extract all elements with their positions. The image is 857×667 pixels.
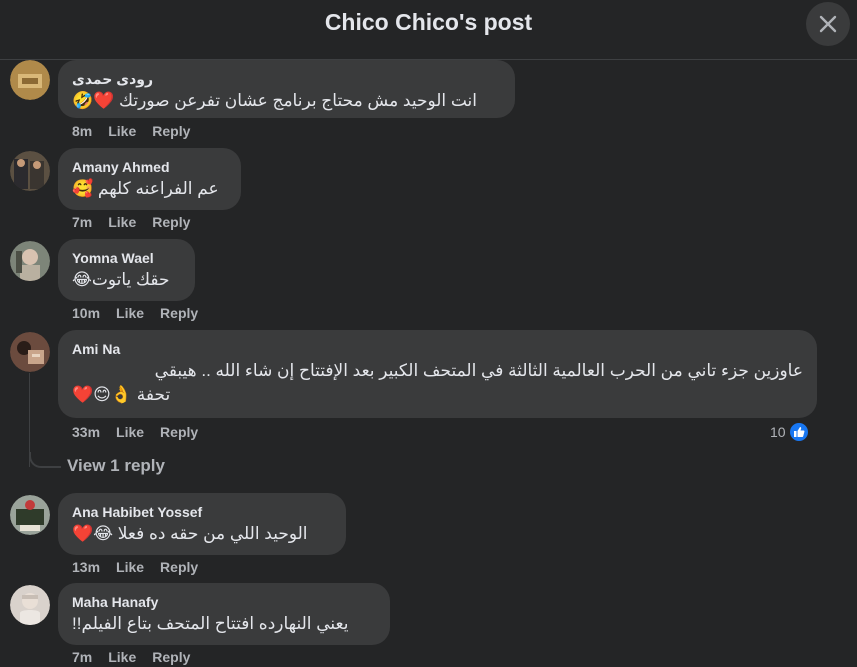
reply-button[interactable]: Reply: [152, 649, 190, 665]
close-icon: [819, 15, 837, 33]
comment-time[interactable]: 7m: [72, 214, 92, 230]
thread-connector: [29, 452, 61, 468]
comment-author[interactable]: Maha Hanafy: [72, 593, 376, 611]
comment-time[interactable]: 33m: [72, 424, 100, 440]
thumbs-up-icon: [787, 421, 810, 443]
post-header: Chico Chico's post: [0, 0, 857, 60]
like-button[interactable]: Like: [116, 559, 144, 575]
reply-button[interactable]: Reply: [160, 559, 198, 575]
reaction-count: 10: [770, 424, 786, 440]
comment-bubble: Maha Hanafy يعني النهارده افتتاح المتحف …: [58, 583, 390, 645]
avatar[interactable]: [10, 332, 50, 372]
reply-button[interactable]: Reply: [152, 123, 190, 139]
like-button[interactable]: Like: [116, 424, 144, 440]
comment-text: حقك ياتوت😂: [72, 270, 170, 289]
like-button[interactable]: Like: [108, 649, 136, 665]
comment-actions: 13m Like Reply: [72, 559, 214, 575]
avatar[interactable]: [10, 495, 50, 535]
comment-author[interactable]: Ana Habibet Yossef: [72, 503, 332, 521]
comment-text: الوحيد اللي من حقه ده فعلا 😂❤️: [72, 524, 308, 543]
comment-text: عم الفراعنه كلهم 🥰: [72, 179, 219, 198]
comment-bubble: Ami Na عاوزين جزء تاني من الحرب العالمية…: [58, 330, 817, 418]
like-button[interactable]: Like: [108, 214, 136, 230]
reply-button[interactable]: Reply: [160, 424, 198, 440]
comment-author[interactable]: Ami Na: [72, 340, 803, 358]
comment-author[interactable]: Yomna Wael: [72, 249, 181, 267]
comment-text: يعني النهارده افتتاح المتحف بتاع الفيلم!…: [72, 614, 349, 633]
reply-button[interactable]: Reply: [160, 305, 198, 321]
comment-actions: 7m Like Reply: [72, 214, 206, 230]
comment-author[interactable]: Amany Ahmed: [72, 158, 227, 176]
like-button[interactable]: Like: [116, 305, 144, 321]
comment-bubble: رودى حمدى انت الوحيد مش محتاج برنامج عشا…: [58, 60, 515, 118]
comment-bubble: Amany Ahmed عم الفراعنه كلهم 🥰: [58, 148, 241, 210]
comment-time[interactable]: 10m: [72, 305, 100, 321]
avatar[interactable]: [10, 585, 50, 625]
view-replies-link[interactable]: View 1 reply: [67, 456, 165, 476]
post-title: Chico Chico's post: [324, 9, 533, 35]
comment-text: انت الوحيد مش محتاج برنامج عشان تفرعن صو…: [72, 91, 478, 110]
reply-button[interactable]: Reply: [152, 214, 190, 230]
comment-bubble: Yomna Wael حقك ياتوت😂: [58, 239, 195, 301]
comment-time[interactable]: 13m: [72, 559, 100, 575]
avatar[interactable]: [10, 241, 50, 281]
avatar[interactable]: [10, 60, 50, 100]
like-button[interactable]: Like: [108, 123, 136, 139]
avatar[interactable]: [10, 151, 50, 191]
comment-text-line: تحفة 👌😊❤️: [72, 385, 171, 404]
comment-time[interactable]: 7m: [72, 649, 92, 665]
comment-text-line: عاوزين جزء تاني من الحرب العالمية الثالث…: [154, 361, 803, 380]
comment-actions: 10m Like Reply: [72, 305, 214, 321]
comment-actions: 7m Like Reply: [72, 649, 206, 665]
close-button[interactable]: [806, 2, 850, 46]
comment-actions: 8m Like Reply: [72, 123, 206, 139]
comment-actions: 33m Like Reply: [72, 424, 214, 440]
comment-bubble: Ana Habibet Yossef الوحيد اللي من حقه ده…: [58, 493, 346, 555]
comment-time[interactable]: 8m: [72, 123, 92, 139]
comment-author[interactable]: رودى حمدى: [72, 70, 501, 88]
reaction-summary[interactable]: 10: [770, 421, 810, 443]
